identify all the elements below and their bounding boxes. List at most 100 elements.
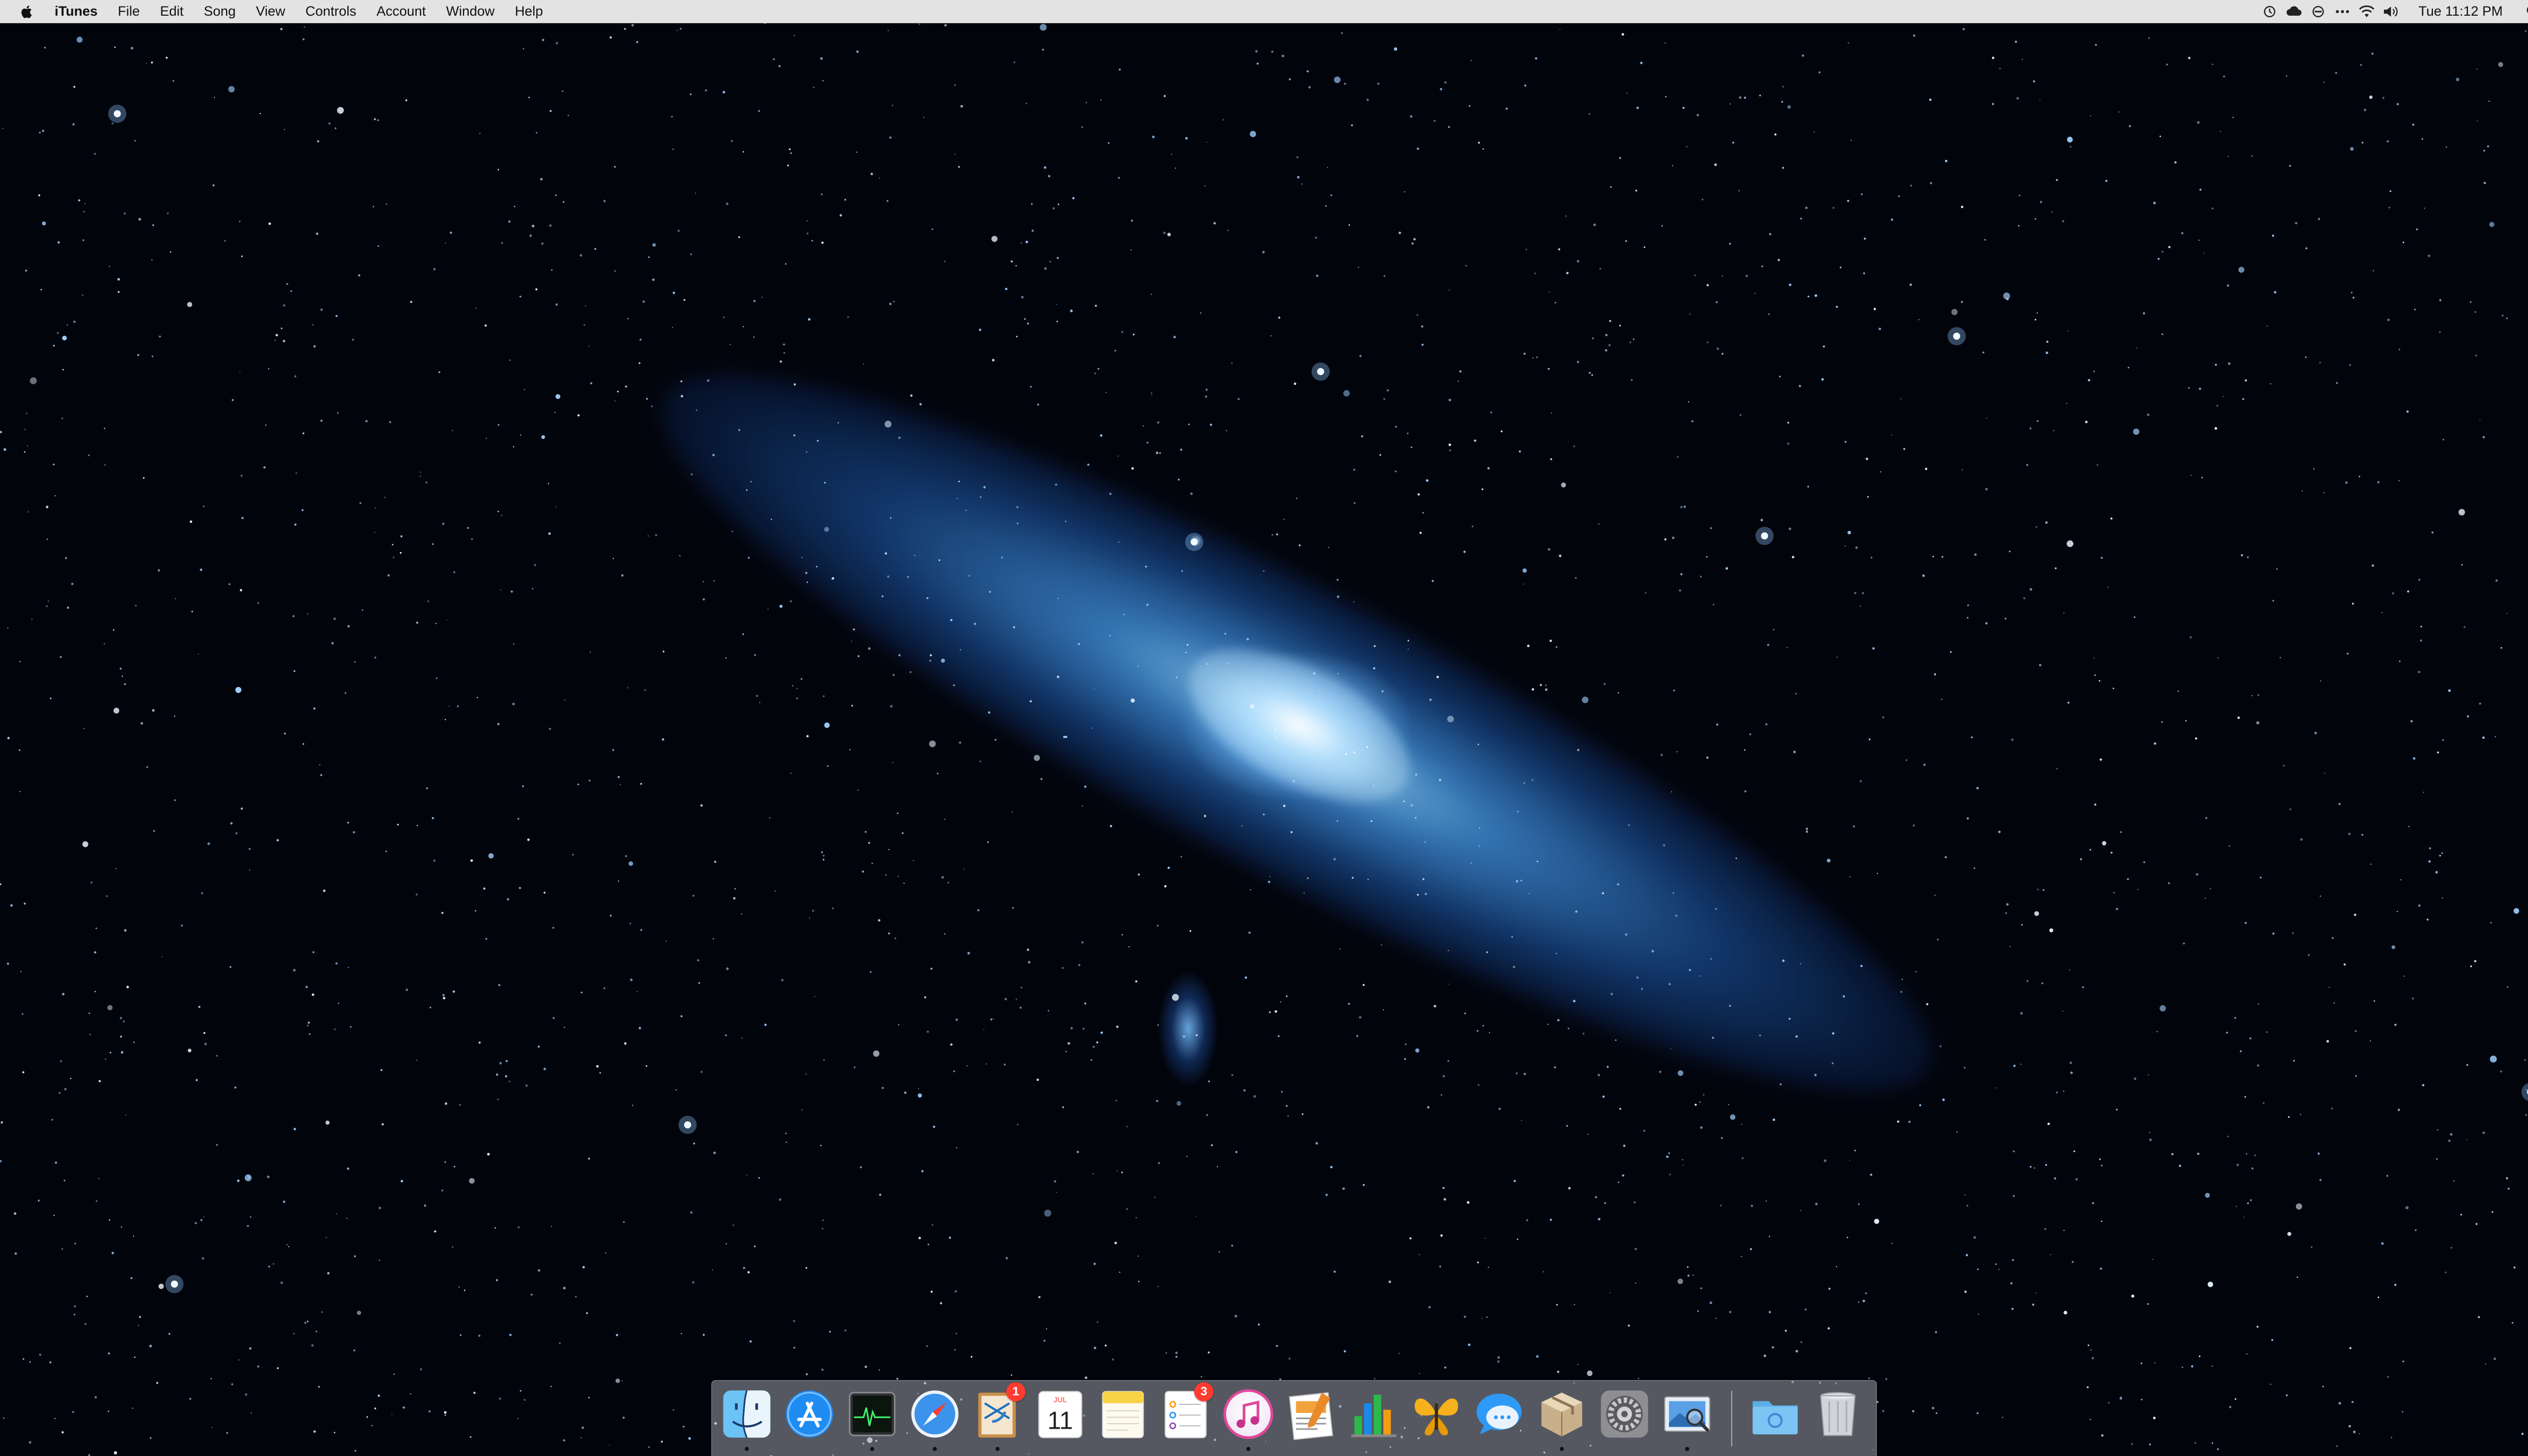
- menu-help[interactable]: Help: [515, 4, 543, 19]
- star: [2036, 526, 2038, 528]
- mail-badge: 1: [1006, 1382, 1025, 1401]
- star: [417, 825, 418, 827]
- star: [2323, 492, 2325, 493]
- menu-edit[interactable]: Edit: [160, 4, 184, 19]
- star: [434, 1230, 436, 1233]
- star: [495, 1279, 498, 1282]
- star: [630, 978, 633, 981]
- star: [350, 1026, 352, 1028]
- star: [1602, 892, 1604, 894]
- star: [2243, 1216, 2244, 1218]
- menu-view[interactable]: View: [256, 4, 285, 19]
- star: [1706, 341, 1709, 344]
- star: [249, 869, 250, 871]
- time-machine-icon[interactable]: [2261, 3, 2279, 21]
- star: [1190, 492, 1193, 495]
- star: [438, 371, 440, 373]
- dock-item-finder[interactable]: [719, 1387, 775, 1451]
- menu-clock[interactable]: Tue 11:12 PM: [2418, 4, 2503, 19]
- dock-item-safari[interactable]: [907, 1387, 963, 1451]
- star: [2154, 742, 2156, 745]
- menu-account[interactable]: Account: [377, 4, 426, 19]
- star: [1424, 892, 1427, 895]
- star: [742, 633, 744, 635]
- star: [884, 421, 892, 428]
- star: [2412, 997, 2414, 1000]
- dock-item-messages[interactable]: [1471, 1387, 1527, 1450]
- icloud-icon[interactable]: [2285, 3, 2303, 21]
- apple-menu-icon[interactable]: [18, 2, 35, 22]
- dock-item-app-store[interactable]: [782, 1387, 837, 1450]
- star: [862, 870, 865, 873]
- star: [293, 670, 296, 672]
- star: [713, 1152, 716, 1154]
- star: [553, 1017, 555, 1019]
- star: [1373, 645, 1376, 647]
- menu-controls[interactable]: Controls: [305, 4, 356, 19]
- star: [195, 1079, 198, 1081]
- dock-item-trash[interactable]: [1810, 1387, 1866, 1450]
- star: [83, 727, 85, 729]
- star: [605, 1252, 607, 1254]
- star: [24, 429, 26, 430]
- star: [1381, 690, 1384, 693]
- dock-item-package[interactable]: [1534, 1387, 1590, 1451]
- dock-item-itunes[interactable]: [1221, 1387, 1276, 1451]
- vpn-icon[interactable]: [2309, 3, 2327, 21]
- star: [918, 1088, 919, 1089]
- ellipsis-icon[interactable]: [2333, 3, 2352, 21]
- star: [505, 1075, 508, 1078]
- dock-item-system-preferences[interactable]: [1597, 1387, 1652, 1450]
- menu-window[interactable]: Window: [446, 4, 494, 19]
- star: [224, 240, 226, 242]
- star: [851, 705, 853, 707]
- star: [629, 923, 631, 925]
- star: [1408, 640, 1409, 642]
- star: [2009, 551, 2011, 553]
- star: [1847, 200, 1849, 202]
- star: [844, 199, 846, 201]
- dock-item-preview[interactable]: [1659, 1387, 1715, 1451]
- dock-item-mail[interactable]: 1: [970, 1382, 1025, 1451]
- dock-item-calendar[interactable]: JUL 11: [1032, 1387, 1088, 1450]
- dock-item-downloads-folder[interactable]: [1747, 1387, 1803, 1450]
- star: [2070, 1071, 2073, 1074]
- star: [1415, 817, 1417, 819]
- menu-song[interactable]: Song: [204, 4, 236, 19]
- star: [1203, 814, 1206, 817]
- star: [639, 362, 641, 365]
- wifi-icon[interactable]: [2358, 3, 2376, 21]
- star: [1627, 93, 1628, 94]
- dock-item-tes[interactable]: [1409, 1387, 1464, 1450]
- dock-item-numbers[interactable]: [1346, 1387, 1402, 1450]
- star: [1730, 1114, 1736, 1120]
- star: [167, 212, 169, 214]
- star: [1891, 434, 1892, 436]
- star: [228, 583, 231, 585]
- star: [1673, 690, 1675, 692]
- star: [1301, 183, 1303, 185]
- dock-item-reminders[interactable]: 3: [1158, 1382, 1213, 1450]
- star: [2080, 858, 2083, 860]
- star: [2418, 904, 2421, 907]
- dock-item-activity-monitor[interactable]: [844, 1387, 900, 1451]
- star: [2161, 251, 2164, 253]
- star: [432, 817, 434, 820]
- menu-file[interactable]: File: [118, 4, 140, 19]
- star: [1669, 1173, 1671, 1175]
- star: [1575, 577, 1577, 579]
- dock-item-notes[interactable]: [1095, 1387, 1151, 1450]
- star: [2421, 138, 2423, 140]
- volume-icon[interactable]: [2382, 3, 2400, 21]
- dock-item-pages[interactable]: [1283, 1387, 1339, 1450]
- star: [1218, 1251, 1220, 1253]
- star: [885, 552, 887, 555]
- star: [1286, 1105, 1288, 1107]
- spotlight-search-icon[interactable]: [2524, 3, 2528, 21]
- star: [692, 895, 695, 897]
- star: [2108, 1402, 2110, 1404]
- star: [2134, 1077, 2137, 1080]
- star: [151, 61, 153, 64]
- star: [121, 1226, 122, 1227]
- menu-app-name[interactable]: iTunes: [55, 4, 98, 19]
